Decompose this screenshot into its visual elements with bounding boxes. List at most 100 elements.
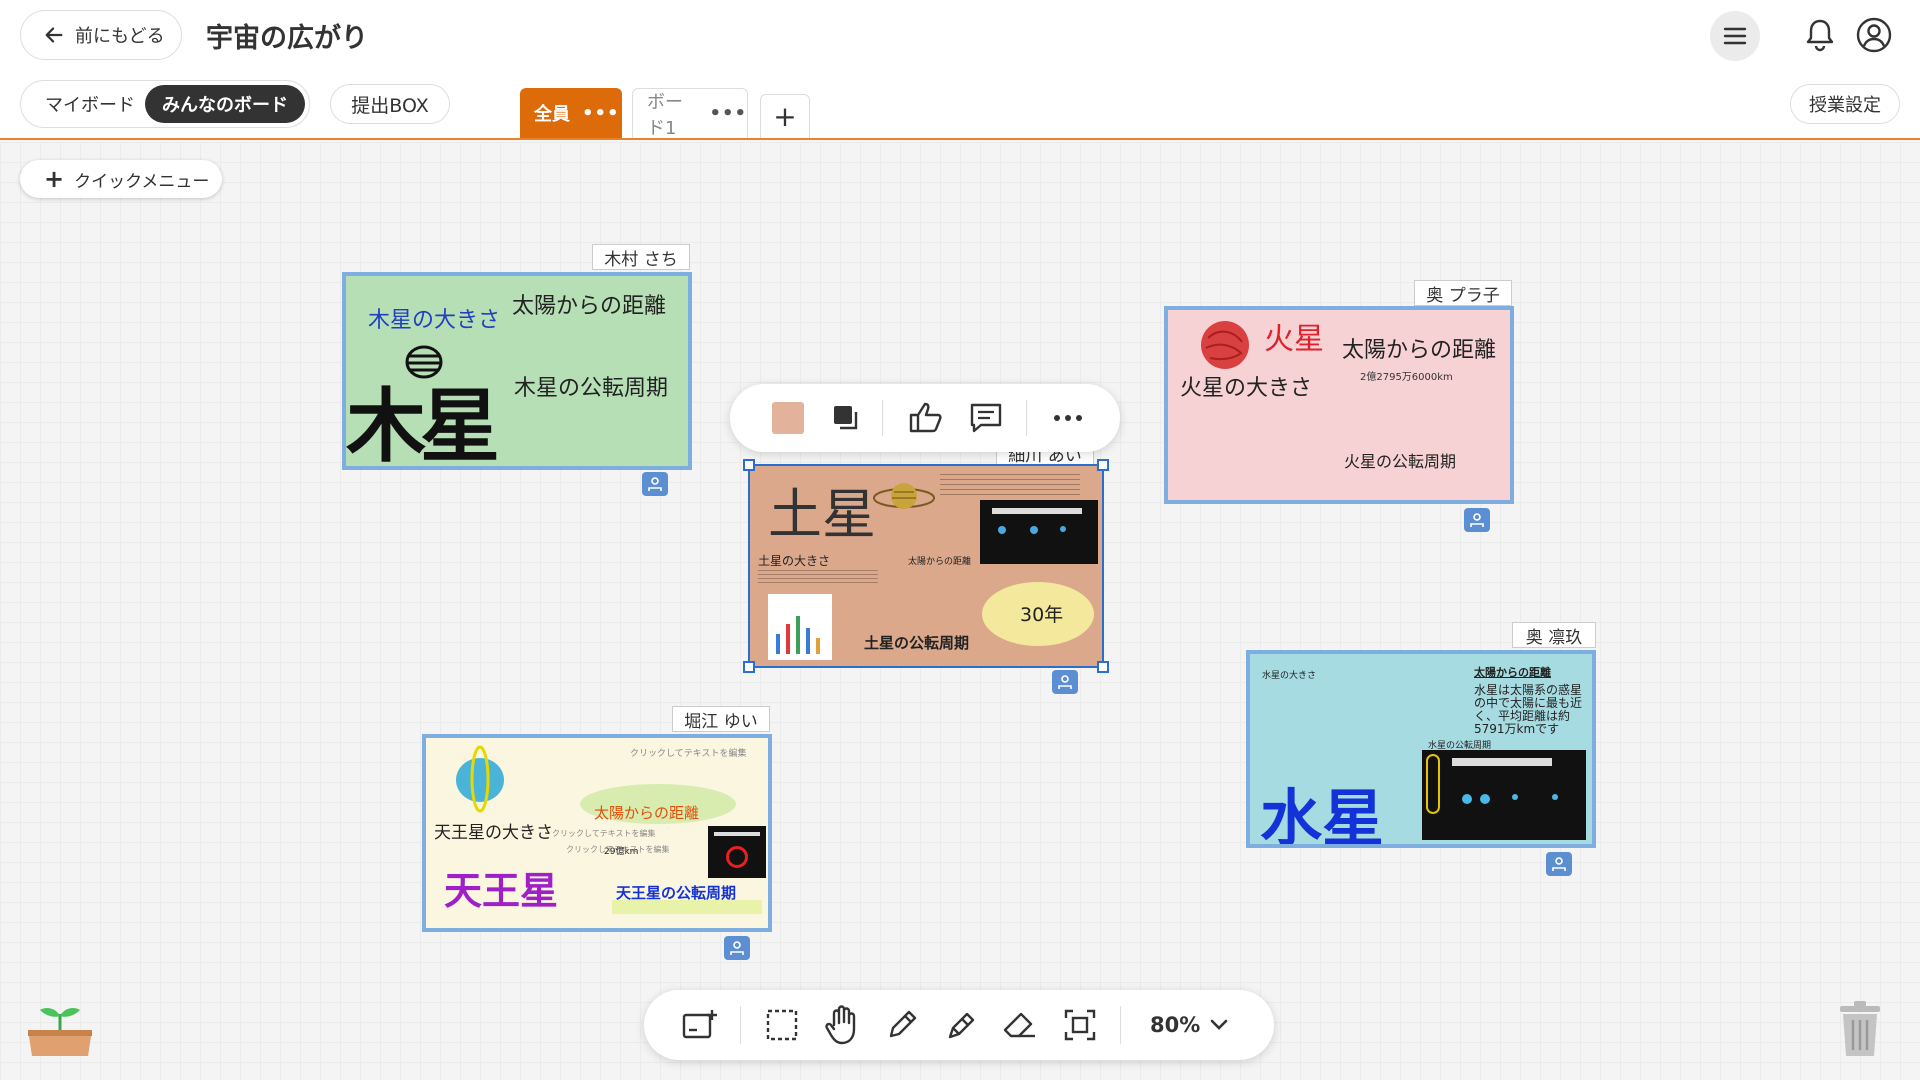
card-placeholder-text: クリックしてテキストを編集 <box>552 829 656 838</box>
class-settings-button[interactable]: 授業設定 <box>1790 84 1900 124</box>
card-small-text <box>758 570 878 586</box>
tab-label: 全員 <box>534 104 570 125</box>
resize-handle[interactable] <box>743 459 755 471</box>
card-text: 水星の大きさ <box>1262 671 1317 681</box>
resize-handle[interactable] <box>1097 459 1109 471</box>
card-image <box>1422 750 1586 840</box>
tab-more-icon[interactable]: ••• <box>709 103 747 124</box>
notification-button[interactable] <box>1800 14 1840 56</box>
card-small-text <box>940 474 1080 498</box>
account-button[interactable] <box>1853 14 1895 56</box>
card-jupiter[interactable]: 木星の大きさ 太陽からの距離 木星の公転周期 木星 <box>342 272 692 470</box>
card-image <box>708 826 766 878</box>
toolbar-divider <box>1120 1006 1121 1044</box>
card-text: 30年 <box>1020 604 1064 626</box>
pen-icon[interactable] <box>880 1003 924 1047</box>
card-handwriting: 土星 <box>768 483 876 546</box>
card-placeholder-text: クリックしてテキストを編集 <box>630 749 747 759</box>
quick-menu-button[interactable]: + クイックメニュー <box>20 160 222 198</box>
person-icon <box>1552 857 1566 871</box>
person-icon <box>730 941 744 955</box>
capture-icon[interactable] <box>1058 1003 1102 1047</box>
card-owner-tag: 奥 凛玖 <box>1512 622 1596 648</box>
card-mercury[interactable]: 水星の大きさ 太陽からの距離 水星は太陽系の惑星の中で太陽に最も近く、平均距離は… <box>1246 650 1596 848</box>
card-mars[interactable]: 火星 太陽からの距離 2億2795万6000km 火星の大きさ 火星の公転周期 <box>1164 306 1514 504</box>
card-handwriting: 木星 <box>346 380 500 470</box>
user-circle-icon <box>1856 17 1892 53</box>
toolbar-divider <box>882 400 883 436</box>
everyone-board-toggle[interactable]: みんなのボード <box>145 85 305 123</box>
submit-box-button[interactable]: 提出BOX <box>330 84 450 124</box>
toolbar-divider <box>1026 400 1027 436</box>
person-icon <box>1058 675 1072 689</box>
color-swatch-fill <box>772 402 804 434</box>
card-text: 太陽からの距離 <box>1342 338 1497 363</box>
plus-icon: + <box>44 165 65 193</box>
resize-handle[interactable] <box>1097 661 1109 673</box>
back-label: 前にもどる <box>75 26 165 47</box>
card-chart-image <box>768 594 832 660</box>
more-icon[interactable] <box>1048 398 1088 438</box>
menu-button[interactable] <box>1710 11 1760 61</box>
card-text: 火星の公転周期 <box>1344 452 1457 471</box>
card-owner-tag: 奥 プラ子 <box>1414 280 1512 306</box>
select-area-icon[interactable] <box>760 1003 804 1047</box>
card-handwriting: 水星 <box>1260 782 1385 848</box>
card-text: 火星の大きさ <box>1180 376 1313 401</box>
like-icon[interactable] <box>906 398 946 438</box>
add-tab-button[interactable]: + <box>760 94 810 138</box>
board-toggle: マイボード みんなのボード <box>20 80 310 128</box>
card-text: 太陽からの距離 <box>1474 666 1551 679</box>
card-text: 木星の公転周期 <box>514 376 669 401</box>
owner-badge[interactable] <box>1464 508 1490 532</box>
owner-badge[interactable] <box>1546 852 1572 876</box>
person-icon <box>1470 513 1484 527</box>
card-text: 太陽からの距離 <box>908 557 972 567</box>
quick-menu-label: クイックメニュー <box>74 171 210 192</box>
zoom-level: 80% <box>1150 1013 1201 1037</box>
card-uranus[interactable]: クリックしてテキストを編集 天王星の大きさ 太陽からの距離 クリックしてテキスト… <box>422 734 772 932</box>
layer-order-icon[interactable] <box>826 398 866 438</box>
card-owner-tag: 木村 さち <box>592 244 690 270</box>
back-button[interactable]: 前にもどる <box>20 10 182 60</box>
app-header: 前にもどる 宇宙の広がり マイボード みんなのボード 提出BOX 全員 ••• … <box>0 0 1920 140</box>
owner-badge[interactable] <box>642 472 668 496</box>
card-text: 天王星の公転周期 <box>616 884 737 902</box>
tab-more-icon[interactable]: ••• <box>582 103 620 124</box>
card-text: 土星の公転周期 <box>864 634 970 652</box>
card-text: 木星の大きさ <box>368 308 501 333</box>
toolbar-divider <box>740 1006 741 1044</box>
tab-all[interactable]: 全員 ••• <box>520 88 622 138</box>
sprout-box-icon[interactable] <box>24 1000 96 1060</box>
planet-drawing <box>1201 321 1249 369</box>
owner-badge[interactable] <box>724 936 750 960</box>
zoom-select[interactable]: 80% <box>1150 1008 1228 1042</box>
tab-board1[interactable]: ボード1 ••• <box>632 88 748 139</box>
card-image <box>980 500 1098 564</box>
resize-handle[interactable] <box>743 661 755 673</box>
comment-icon[interactable] <box>966 398 1006 438</box>
card-saturn[interactable]: 土星 土星の大きさ 太陽からの距離 30年 土星の公転周期 <box>748 464 1104 668</box>
owner-badge[interactable] <box>1052 670 1078 694</box>
planet-drawing <box>873 483 935 509</box>
tab-label: ボード1 <box>647 91 683 139</box>
card-text: 太陽からの距離 <box>594 804 700 822</box>
bell-icon <box>1806 19 1834 52</box>
card-text: 土星の大きさ <box>758 554 831 568</box>
person-icon <box>648 477 662 491</box>
hamburger-icon <box>1723 27 1747 45</box>
hand-icon[interactable] <box>820 1003 864 1047</box>
color-swatch[interactable] <box>768 398 808 438</box>
card-text: 水星は太陽系の惑星の中で太陽に最も近く、平均距離は約5791万kmです <box>1474 683 1583 736</box>
page-title: 宇宙の広がり <box>206 23 368 54</box>
drawing-toolbar: 80% <box>644 990 1274 1060</box>
card-handwriting: 火星 <box>1264 322 1324 357</box>
marker-icon[interactable] <box>940 1003 984 1047</box>
eraser-icon[interactable] <box>998 1003 1042 1047</box>
card-toolbar <box>730 384 1120 452</box>
card-placeholder-text: クリックしてテキストを編集 <box>566 845 670 854</box>
trash-icon[interactable] <box>1836 1000 1884 1060</box>
my-board-toggle[interactable]: マイボード <box>35 85 145 123</box>
add-card-icon[interactable] <box>678 1003 722 1047</box>
planet-drawing <box>456 745 504 813</box>
